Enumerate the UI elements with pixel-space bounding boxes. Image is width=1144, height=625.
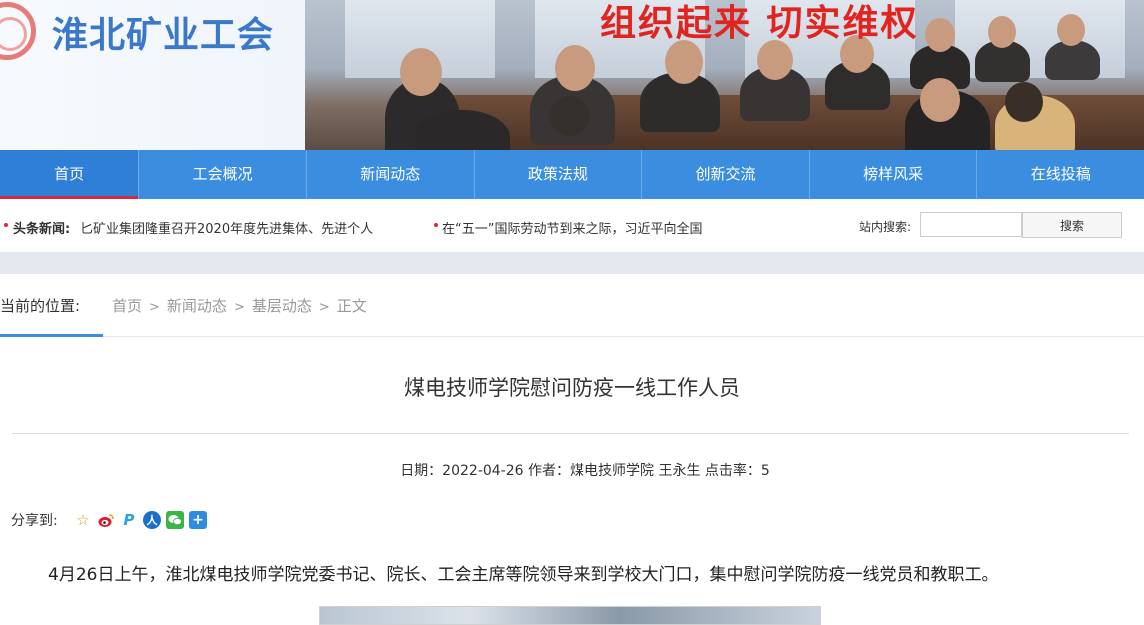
banner-head	[988, 16, 1016, 48]
banner-head	[1005, 82, 1043, 122]
union-logo-icon	[0, 2, 36, 60]
divider-band	[0, 252, 1144, 274]
site-title[interactable]: 淮北矿业工会	[52, 6, 274, 58]
banner-head	[1057, 14, 1085, 46]
weibo-icon[interactable]	[97, 511, 115, 529]
banner-head	[757, 40, 793, 80]
main-nav: 首页 工会概况 新闻动态 政策法规 创新交流 榜样风采 在线投稿	[0, 150, 1144, 199]
breadcrumb-title: 当前的位置:	[0, 297, 81, 315]
bullet-icon	[434, 223, 438, 227]
article-photo	[319, 606, 821, 625]
banner-head	[400, 48, 442, 96]
breadcrumb-separator: >	[233, 300, 245, 315]
site-header: 淮北矿业工会 组织起来 切实维权	[0, 0, 1144, 150]
header-banner-photo: 组织起来 切实维权	[305, 0, 1144, 150]
share-label: 分享到:	[11, 513, 58, 529]
banner-head	[665, 40, 703, 84]
bullet-icon	[4, 223, 8, 227]
banner-person	[1045, 40, 1100, 80]
breadcrumb-path: 首页 > 新闻动态 > 基层动态 > 正文	[112, 295, 367, 316]
nav-item-home[interactable]: 首页	[0, 150, 139, 199]
breadcrumb-separator: >	[149, 300, 160, 315]
breadcrumb-underline	[0, 334, 103, 337]
banner-slogan: 组织起来 切实维权	[600, 3, 919, 44]
renren-icon[interactable]: 人	[143, 511, 161, 529]
breadcrumb-grassroots[interactable]: 基层动态	[252, 297, 312, 315]
share-icons: ☆ P 人 +	[74, 511, 207, 529]
nav-item-innovation[interactable]: 创新交流	[641, 150, 809, 199]
breadcrumb-separator: >	[318, 300, 330, 315]
search-label: 站内搜索:	[859, 220, 912, 234]
nav-item-union-overview[interactable]: 工会概况	[138, 150, 306, 199]
wechat-icon[interactable]	[166, 511, 184, 529]
nav-item-news[interactable]: 新闻动态	[305, 150, 474, 199]
banner-head	[555, 45, 595, 91]
title-divider	[12, 433, 1129, 434]
headline-bar: 头条新闻: 匕矿业集团隆重召开2020年度先进集体、先进个人 在“五一”国际劳动…	[0, 199, 1144, 252]
search-input[interactable]	[920, 212, 1022, 237]
breadcrumb-current: 正文	[336, 297, 367, 315]
article-body-paragraph: 4月26日上午，淮北煤电技师学院党委书记、院长、工会主席等院领导来到学校大门口，…	[48, 565, 999, 585]
headline-item[interactable]: 在“五一”国际劳动节到来之际，习近平向全国	[442, 218, 702, 237]
breadcrumb-news[interactable]: 新闻动态	[167, 297, 227, 315]
banner-head	[925, 18, 955, 52]
nav-item-policies[interactable]: 政策法规	[473, 150, 642, 199]
nav-item-role-models[interactable]: 榜样风采	[808, 150, 977, 199]
banner-head	[920, 78, 960, 122]
banner-head	[550, 96, 590, 136]
headline-label: 头条新闻:	[13, 222, 71, 237]
article-meta: 日期：2022-04-26 作者：煤电技师学院 王永生 点击率：5	[400, 463, 770, 479]
breadcrumb: 当前的位置: 首页 > 新闻动态 > 基层动态 > 正文	[0, 274, 1144, 337]
breadcrumb-home[interactable]: 首页	[112, 297, 142, 315]
article-title: 煤电技师学院慰问防疫一线工作人员	[404, 376, 740, 400]
nav-item-submit[interactable]: 在线投稿	[976, 150, 1144, 199]
search-button[interactable]: 搜索	[1022, 212, 1122, 238]
plus-icon[interactable]: +	[189, 511, 207, 529]
star-icon[interactable]: ☆	[74, 511, 92, 529]
headline-item[interactable]: 匕矿业集团隆重召开2020年度先进集体、先进个人	[80, 218, 373, 237]
p-icon[interactable]: P	[120, 511, 138, 529]
